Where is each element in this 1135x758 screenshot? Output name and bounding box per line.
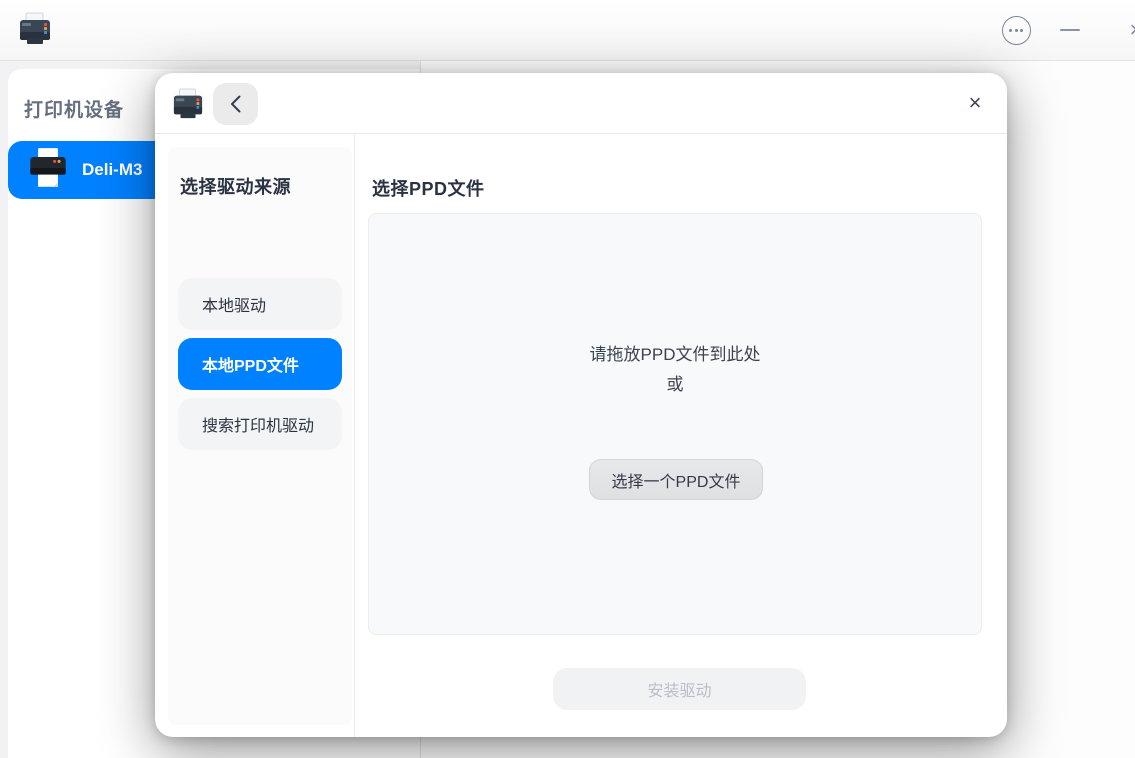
- dialog-column-divider: [354, 134, 355, 737]
- driver-install-dialog: × 选择驱动来源 本地驱动 本地PPD文件 搜索打印机驱动 选择PPD文件 请拖…: [155, 73, 1007, 737]
- driver-source-local-ppd[interactable]: 本地PPD文件: [178, 338, 342, 390]
- close-icon: ×: [969, 90, 982, 116]
- driver-source-title: 选择驱动来源: [180, 173, 291, 199]
- dropzone-hint-line1: 请拖放PPD文件到此处: [369, 340, 981, 365]
- install-driver-label: 安装驱动: [647, 677, 711, 701]
- printer-app-icon: [18, 11, 52, 54]
- driver-source-label: 搜索打印机驱动: [202, 412, 314, 436]
- ellipsis-menu-icon: [1002, 16, 1031, 45]
- printer-icon: [28, 147, 68, 194]
- install-driver-button[interactable]: 安装驱动: [553, 668, 806, 710]
- ppd-dropzone[interactable]: 请拖放PPD文件到此处 或 选择一个PPD文件: [368, 213, 982, 635]
- window-close-button[interactable]: ×: [1118, 0, 1135, 60]
- choose-ppd-file-button[interactable]: 选择一个PPD文件: [589, 459, 763, 500]
- printer-manager-app: { "titlebar": { "minimize_glyph": "—", "…: [0, 0, 1135, 758]
- titlebar: ×: [0, 0, 1135, 61]
- window-menu-button[interactable]: [998, 0, 1034, 60]
- dialog-close-button[interactable]: ×: [957, 85, 993, 121]
- device-list-title: 打印机设备: [24, 95, 124, 122]
- ppd-section-title: 选择PPD文件: [372, 175, 485, 201]
- driver-source-label: 本地驱动: [202, 292, 266, 316]
- close-icon: ×: [1130, 17, 1135, 43]
- printer-app-icon: [172, 87, 204, 128]
- minimize-button[interactable]: [1052, 0, 1088, 60]
- back-button[interactable]: [213, 83, 258, 125]
- printer-name: Deli-M3: [82, 160, 142, 180]
- chevron-left-icon: [230, 95, 242, 113]
- dropzone-hint-line2: 或: [369, 370, 981, 395]
- driver-source-local[interactable]: 本地驱动: [178, 278, 342, 330]
- driver-source-search[interactable]: 搜索打印机驱动: [178, 398, 342, 450]
- dialog-header-divider: [155, 133, 1007, 134]
- choose-ppd-file-label: 选择一个PPD文件: [612, 468, 741, 492]
- dialog-header: ×: [155, 73, 1007, 133]
- driver-source-label: 本地PPD文件: [202, 352, 299, 376]
- minimize-icon: [1060, 29, 1080, 31]
